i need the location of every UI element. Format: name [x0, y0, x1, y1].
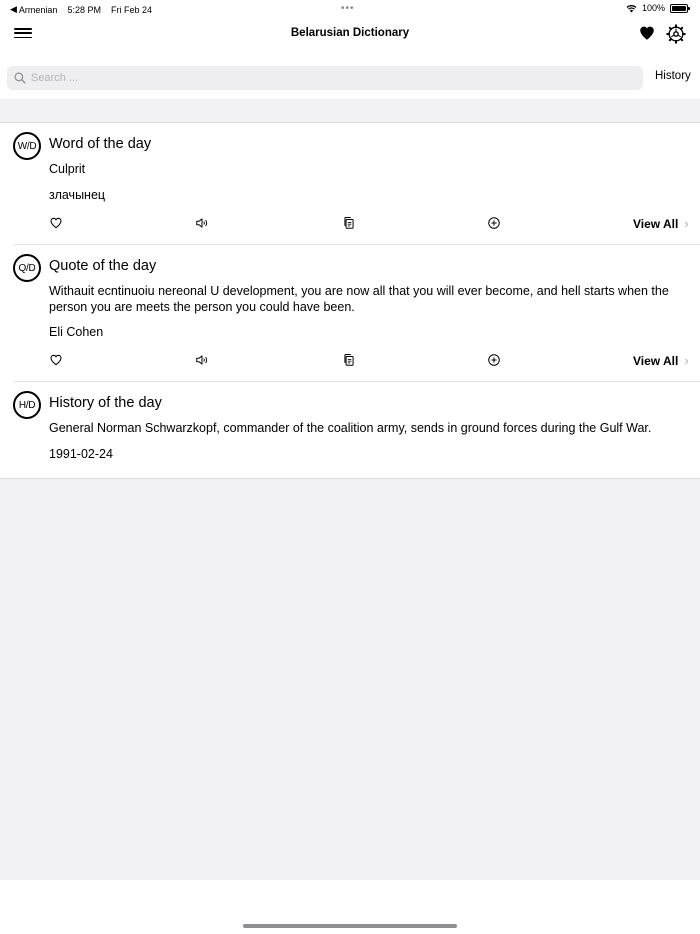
navigation-bar: Belarusian Dictionary — [0, 18, 700, 50]
quote-of-the-day-card: Q/D Quote of the day Withauit ecntinuoiu… — [0, 245, 700, 382]
home-indicator[interactable] — [243, 924, 457, 928]
history-of-the-day-card: H/D History of the day General Norman Sc… — [0, 382, 700, 478]
quote-of-day-author: Eli Cohen — [49, 325, 104, 339]
search-bar[interactable] — [7, 66, 643, 90]
quote-of-day-badge: Q/D — [13, 254, 41, 282]
copy-icon[interactable] — [342, 353, 356, 367]
view-all-label: View All — [633, 216, 679, 231]
heart-outline-icon[interactable] — [49, 216, 63, 230]
history-of-day-title: History of the day — [49, 395, 162, 411]
word-of-day-title: Word of the day — [49, 136, 152, 152]
history-of-day-text: General Norman Schwarzkopf, commander of… — [49, 421, 652, 435]
multitasking-dots[interactable]: ••• — [341, 3, 355, 14]
page-title: Belarusian Dictionary — [290, 27, 410, 39]
back-app-label: Armenian — [18, 4, 58, 15]
quote-of-day-text: Withauit ecntinuoiu nereonal U developme… — [49, 284, 669, 314]
copy-icon[interactable] — [342, 216, 356, 230]
history-of-day-badge: H/D — [13, 391, 41, 419]
word-view-all-button[interactable]: View All › — [633, 216, 689, 231]
search-icon — [14, 72, 26, 84]
chevron-right-icon: › — [684, 353, 689, 368]
heart-filled-icon[interactable] — [638, 24, 656, 42]
word-of-day-actions: View All › — [0, 215, 700, 231]
heart-outline-icon[interactable] — [49, 353, 63, 367]
plus-circle-icon[interactable] — [487, 216, 501, 230]
status-bar: ◀ Armenian 5:28 PM Fri Feb 24 ••• 100% — [0, 0, 700, 18]
word-of-day-word: Culprit — [49, 162, 86, 176]
quote-of-day-actions: View All › — [0, 352, 700, 368]
wifi-icon — [626, 4, 637, 12]
status-date: Fri Feb 24 — [110, 4, 152, 15]
word-of-day-badge: W/D — [13, 132, 41, 160]
history-of-day-date: 1991-02-24 — [49, 447, 113, 461]
empty-content-area — [0, 478, 700, 880]
search-input[interactable] — [31, 72, 611, 84]
history-button[interactable]: History — [655, 70, 691, 82]
battery-icon — [670, 3, 690, 13]
word-of-the-day-card: W/D Word of the day Culprit злачынец Vie… — [0, 124, 700, 245]
plus-circle-icon[interactable] — [487, 353, 501, 367]
section-spacer — [0, 99, 700, 123]
word-of-day-translation: злачынец — [49, 188, 106, 202]
gear-icon[interactable] — [666, 24, 686, 44]
quote-of-day-title: Quote of the day — [49, 258, 157, 274]
view-all-label: View All — [633, 353, 679, 368]
back-triangle-icon: ◀ — [10, 4, 17, 14]
back-to-app[interactable]: ◀ Armenian — [10, 4, 57, 15]
quote-view-all-button[interactable]: View All › — [633, 353, 689, 368]
speaker-icon[interactable] — [195, 216, 209, 230]
battery-percent: 100% — [641, 3, 665, 13]
status-time: 5:28 PM — [67, 4, 101, 15]
chevron-right-icon: › — [684, 216, 689, 231]
speaker-icon[interactable] — [195, 353, 209, 367]
search-row: History — [0, 66, 700, 91]
